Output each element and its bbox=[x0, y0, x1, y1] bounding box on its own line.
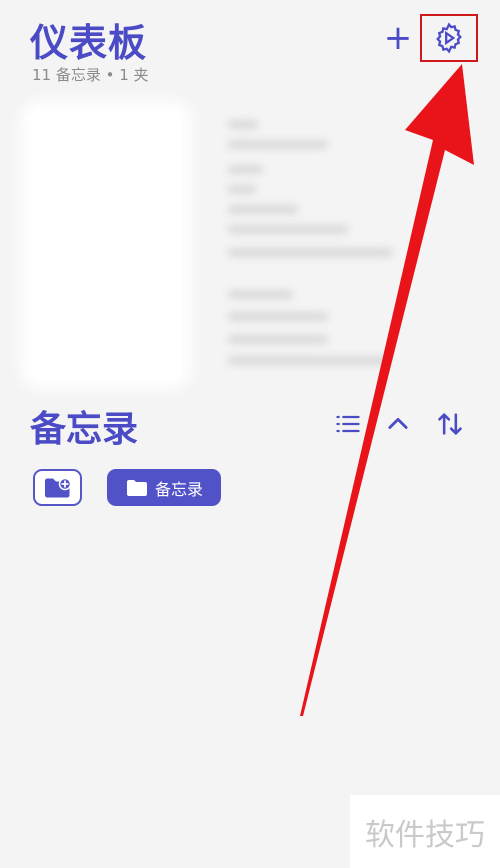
section-title: 备忘录 bbox=[30, 409, 139, 450]
new-folder-button[interactable] bbox=[33, 469, 82, 506]
sort-icon bbox=[438, 413, 462, 435]
folder-icon bbox=[126, 479, 147, 496]
add-button[interactable]: + bbox=[380, 18, 416, 58]
list-view-button[interactable] bbox=[330, 408, 366, 440]
gear-icon bbox=[436, 22, 462, 54]
new-folder-icon bbox=[44, 477, 71, 497]
settings-button[interactable] bbox=[420, 14, 478, 62]
plus-icon: + bbox=[383, 18, 413, 58]
list-icon bbox=[336, 415, 360, 433]
annotation-arrow-shape bbox=[300, 64, 474, 716]
watermark: 软件技巧 bbox=[350, 795, 500, 868]
sort-button[interactable] bbox=[432, 408, 468, 440]
collapse-button[interactable] bbox=[380, 408, 416, 440]
chevron-up-icon bbox=[388, 417, 408, 429]
page-title: 仪表板 bbox=[30, 21, 148, 65]
memo-preview-card[interactable] bbox=[30, 110, 182, 380]
folder-chip[interactable]: 备忘录 bbox=[107, 469, 221, 506]
page-subtitle: 11 备忘录 • 1 夹 bbox=[32, 66, 149, 84]
folder-chip-label: 备忘录 bbox=[154, 479, 203, 499]
